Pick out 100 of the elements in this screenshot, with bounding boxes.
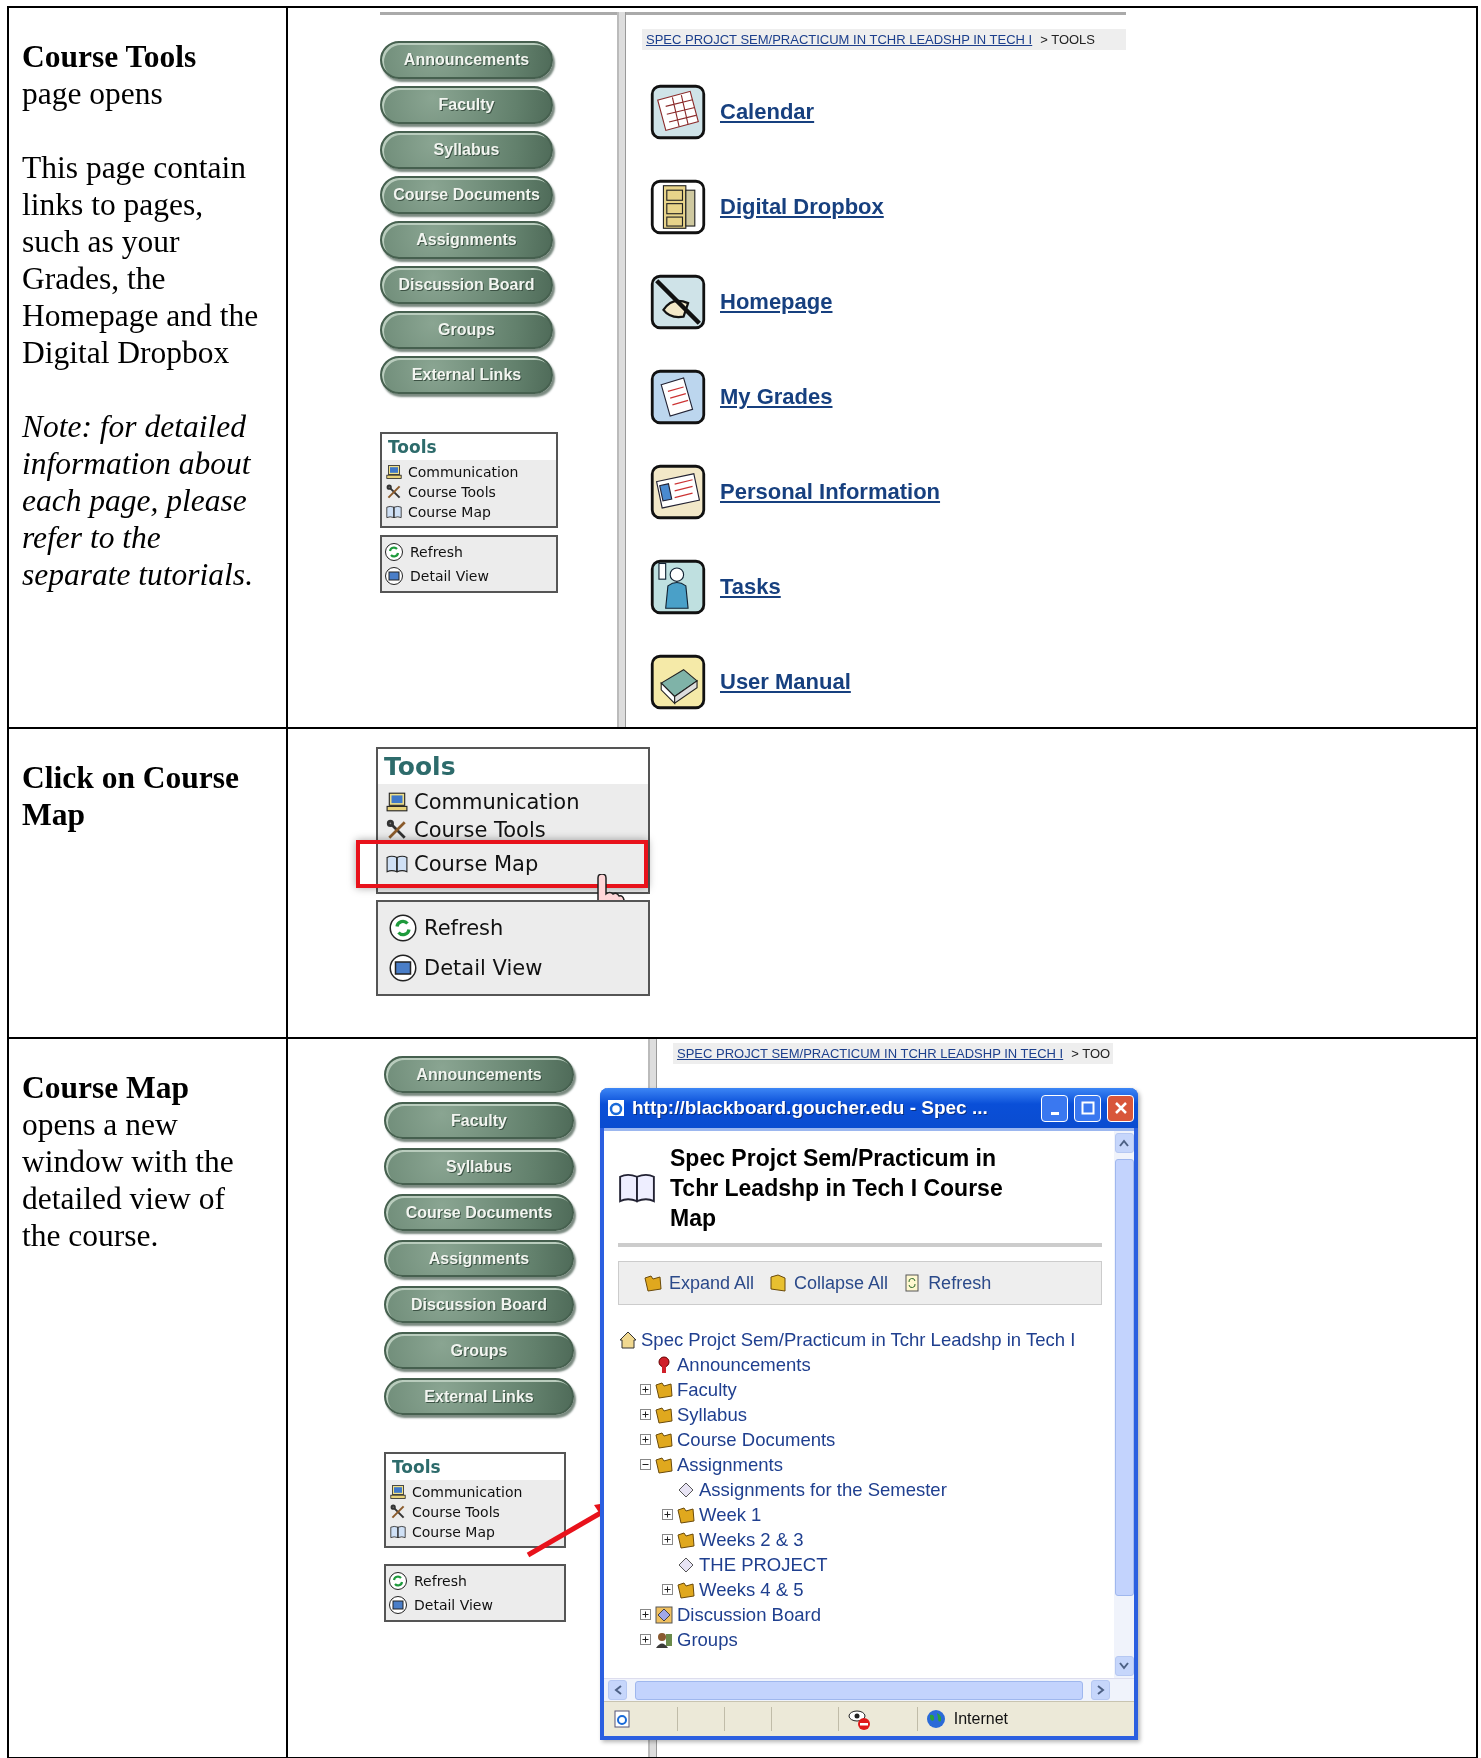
zone-label: Internet: [953, 1710, 1008, 1728]
tree-item[interactable]: Faculty: [677, 1378, 737, 1401]
nav-button[interactable]: External Links: [380, 356, 553, 394]
tools-icon: [386, 484, 402, 500]
tree-item[interactable]: Weeks 4 & 5: [699, 1578, 804, 1601]
tool-link[interactable]: Homepage: [720, 288, 833, 315]
menu-item[interactable]: Communication: [382, 788, 584, 816]
caret-left-icon: [613, 1685, 622, 1695]
instruction-text: Click on Course Map: [22, 759, 240, 833]
book-icon: [618, 1173, 656, 1203]
course-map-heading: Spec Projct Sem/Practicum in Tchr Leadshp in Tech I Course Map: [670, 1144, 1004, 1233]
tree-item[interactable]: THE PROJECT: [699, 1553, 828, 1576]
minimize-icon: [1050, 1111, 1059, 1115]
breadcrumb-link[interactable]: SPEC PROJCT SEM/PRACTICUM IN TCHR LEADSHP IN TECH I: [646, 32, 1033, 47]
refresh-icon: [388, 913, 418, 943]
breadcrumb-current: > TOO: [1071, 1046, 1111, 1061]
tree-item[interactable]: Syllabus: [677, 1403, 747, 1426]
panel-title: Tools: [378, 749, 648, 784]
scroll-up-button[interactable]: [1114, 1133, 1134, 1153]
caret-right-icon: [1096, 1685, 1105, 1695]
nav-button[interactable]: Discussion Board: [384, 1286, 574, 1323]
tools-icon: [390, 1504, 406, 1520]
instruction-text: Course Tools page opens: [22, 38, 198, 112]
expand-toggle[interactable]: [662, 1509, 673, 1520]
expand-toggle[interactable]: [640, 1409, 651, 1420]
globe-icon: [925, 1709, 946, 1729]
toolbar-button[interactable]: Refresh: [902, 1272, 992, 1294]
menu-item[interactable]: Communication: [386, 1482, 527, 1502]
breadcrumb-link[interactable]: SPEC PROJCT SEM/PRACTICUM IN TCHR LEADSHP IN TECH I: [677, 1046, 1064, 1061]
menu-item[interactable]: Refresh: [382, 540, 465, 564]
tree-item[interactable]: Spec Projct Sem/Practicum in Tchr Leadshp in Tech I: [641, 1328, 1076, 1351]
tool-link[interactable]: Tasks: [720, 573, 781, 600]
toolbar-button[interactable]: Collapse All: [768, 1272, 889, 1294]
menu-item[interactable]: Refresh: [386, 1569, 469, 1593]
expand-toggle[interactable]: [662, 1584, 673, 1595]
menu-item[interactable]: Course Tools: [382, 816, 550, 844]
detail-icon: [388, 953, 418, 983]
horizontal-scrollbar[interactable]: [604, 1678, 1134, 1701]
computer-icon: [386, 464, 402, 480]
nav-button[interactable]: External Links: [384, 1378, 574, 1415]
refresh-icon: [388, 1571, 408, 1591]
tool-link[interactable]: My Grades: [720, 383, 833, 410]
close-icon: [1113, 1101, 1128, 1115]
detail-icon: [388, 1595, 408, 1615]
maximize-icon: [1080, 1101, 1095, 1115]
menu-item[interactable]: Communication: [382, 462, 523, 482]
expand-toggle[interactable]: [640, 1384, 651, 1395]
note-text: Note: for detailed information about each page, please refer to the separate tutorials.: [22, 408, 254, 593]
tree-item[interactable]: Discussion Board: [677, 1603, 821, 1626]
panel-title: Tools: [386, 1454, 564, 1480]
tree-item[interactable]: Weeks 2 & 3: [699, 1528, 804, 1551]
menu-item[interactable]: Course Tools: [382, 482, 500, 502]
menu-item[interactable]: Refresh: [382, 908, 510, 948]
tree-item[interactable]: Course Documents: [677, 1428, 836, 1451]
tree-item[interactable]: Announcements: [677, 1353, 811, 1376]
page-icon: [612, 1709, 632, 1729]
nav-button[interactable]: Discussion Board: [380, 266, 553, 304]
expand-toggle[interactable]: [640, 1634, 651, 1645]
tree-item[interactable]: Week 1: [699, 1503, 762, 1526]
folder-icon: [654, 1379, 674, 1400]
menu-item[interactable]: Course Map: [382, 502, 495, 522]
expand-toggle[interactable]: [662, 1534, 673, 1545]
computer-icon: [390, 1484, 406, 1500]
vertical-scrollbar[interactable]: [1114, 1131, 1134, 1678]
menu-item[interactable]: Detail View: [382, 564, 491, 588]
toolbar-button[interactable]: Expand All: [643, 1272, 755, 1294]
close-button[interactable]: [1107, 1094, 1134, 1122]
tool-link[interactable]: Digital Dropbox: [720, 193, 884, 220]
computer-icon: [386, 791, 408, 813]
folder-icon: [768, 1273, 789, 1293]
tree-item[interactable]: Assignments: [677, 1453, 783, 1476]
breadcrumb-current: > TOOLS: [1040, 32, 1096, 47]
scroll-thumb[interactable]: [635, 1680, 1083, 1700]
menu-item[interactable]: Course Map: [386, 1522, 499, 1542]
book-icon: [386, 853, 408, 875]
menu-item[interactable]: Course Tools: [386, 1502, 504, 1522]
board-icon: [654, 1604, 674, 1625]
collapse-toggle[interactable]: [640, 1459, 651, 1470]
tree-item[interactable]: Assignments for the Semester: [699, 1478, 947, 1501]
book-icon: [386, 504, 402, 520]
window-title: http://blackboard.goucher.edu - Spec ...: [632, 1097, 989, 1119]
refresh-icon: [384, 542, 404, 562]
tool-link[interactable]: User Manual: [720, 668, 851, 695]
instruction-text: Course Map opens a new window with the detailed view of the course.: [22, 1069, 235, 1254]
tool-link[interactable]: Personal Information: [720, 478, 941, 505]
expand-toggle[interactable]: [640, 1609, 651, 1620]
scroll-down-button[interactable]: [1114, 1656, 1134, 1676]
menu-item[interactable]: Course Map: [360, 844, 644, 884]
maximize-button[interactable]: [1074, 1094, 1101, 1122]
blocked-icon: [846, 1707, 871, 1731]
scroll-thumb[interactable]: [1114, 1159, 1134, 1596]
menu-item[interactable]: Detail View: [382, 948, 549, 988]
tool-link[interactable]: Calendar: [720, 98, 815, 125]
menu-item[interactable]: Detail View: [386, 1593, 495, 1617]
scroll-left-button[interactable]: [608, 1680, 627, 1700]
tree-item[interactable]: Groups: [677, 1628, 738, 1651]
house-icon: [618, 1329, 638, 1350]
expand-toggle[interactable]: [640, 1434, 651, 1445]
scroll-right-button[interactable]: [1091, 1680, 1110, 1700]
minimize-button[interactable]: [1041, 1094, 1068, 1122]
